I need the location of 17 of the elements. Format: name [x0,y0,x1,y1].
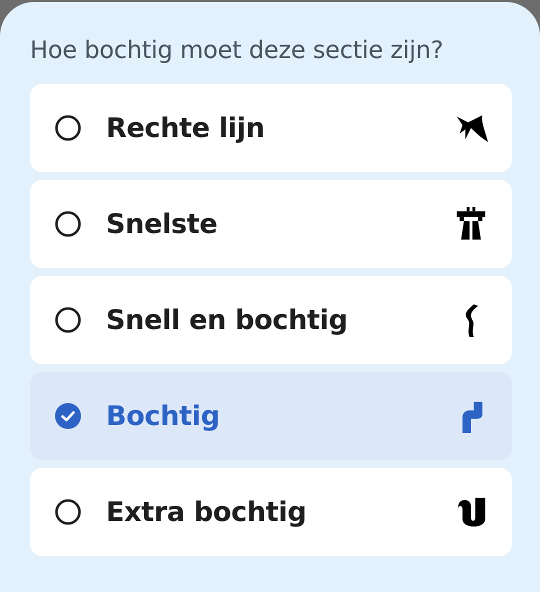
route-option[interactable]: Snelste [30,180,512,268]
option-label: Bochtig [106,400,221,432]
radio-checked-icon[interactable] [54,402,82,430]
motorway-icon [454,207,488,241]
radio-icon[interactable] [54,498,82,526]
radio-icon[interactable] [54,114,82,142]
route-option[interactable]: Extra bochtig [30,468,512,556]
question-title: Hoe bochtig moet deze sectie zijn? [30,36,444,64]
option-label: Snelste [106,208,218,240]
route-option[interactable]: Rechte lijn [30,84,512,172]
option-label: Rechte lijn [106,112,266,144]
route-option[interactable]: Bochtig [30,372,512,460]
route-option[interactable]: Snell en bochtig [30,276,512,364]
radio-icon[interactable] [54,210,82,238]
option-label: Snell en bochtig [106,304,349,336]
option-label: Extra bochtig [106,496,308,528]
radio-icon[interactable] [54,306,82,334]
